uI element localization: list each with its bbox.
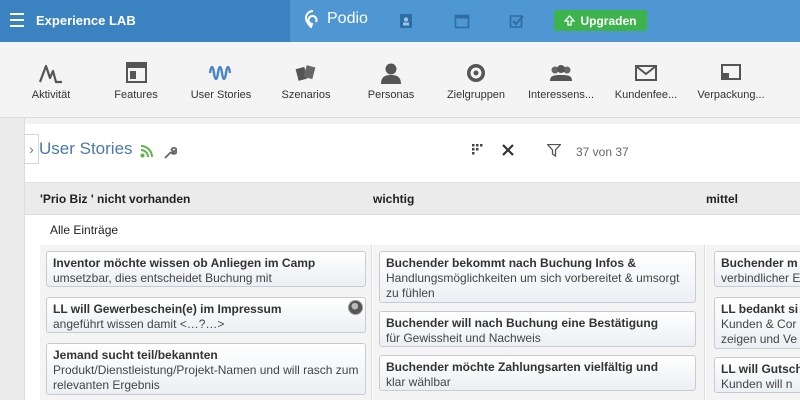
card-title: Jemand sucht teil/bekannten	[53, 348, 218, 362]
card-body: angeführt wissen damit <…?…>	[53, 317, 225, 331]
card-title: Buchender bekommt nach Buchung Infos &	[386, 256, 637, 270]
card-body: Kunden & Cor zeigen und Ve	[721, 317, 798, 346]
group-label: Alle Einträge	[50, 223, 119, 237]
app-verpackung[interactable]: Verpackung...	[681, 62, 781, 101]
main-panel: User Stories 37 von 37 'Prio Biz ' nicht…	[25, 124, 800, 400]
group-icon	[550, 65, 572, 81]
card-title: Buchender m	[721, 256, 798, 270]
rss-icon[interactable]	[140, 144, 154, 158]
podio-logo-icon	[305, 10, 318, 28]
story-card[interactable]: Inventor möchte wissen ob Anliegen im Ca…	[46, 251, 366, 287]
workspace-name[interactable]: Experience LAB	[36, 13, 136, 28]
tools-icon[interactable]	[501, 143, 515, 157]
left-sidebar-strip	[0, 118, 25, 400]
story-card[interactable]: Buchender m verbindlicher E	[714, 251, 800, 287]
podio-home-link[interactable]: Podio	[305, 10, 368, 28]
person-icon	[381, 63, 401, 84]
tasks-icon[interactable]	[509, 13, 525, 29]
board-column-wichtig: Buchender bekommt nach Buchung Infos & H…	[373, 245, 705, 400]
card-body: Produkt/Dienstleistung/Projekt-Namen und…	[53, 363, 359, 392]
wave-icon	[208, 65, 232, 81]
group-row: Alle Einträge	[40, 215, 800, 245]
card-body: Kunden will n	[721, 377, 793, 391]
story-card[interactable]: Buchender will nach Buchung eine Bestäti…	[379, 311, 696, 347]
story-card[interactable]: LL will Gewerbeschein(e) im Impressum an…	[46, 297, 366, 333]
sidebar-toggle-handle[interactable]: ›	[25, 134, 39, 164]
card-title: LL will Gutsch	[721, 362, 800, 376]
layout-icon	[126, 62, 147, 83]
app-navigation: Aktivität Features User Stories Szenario…	[0, 42, 800, 118]
podio-label: Podio	[327, 10, 368, 27]
card-body: klar wählbar	[386, 375, 451, 389]
story-card[interactable]: Jemand sucht teil/bekannten Produkt/Dien…	[46, 343, 366, 395]
story-card[interactable]: LL bedankt si Kunden & Cor zeigen und Ve	[714, 297, 800, 349]
card-title: LL bedankt si	[721, 302, 799, 316]
card-body: umsetzbar, dies entscheidet Buchung mit	[53, 271, 272, 285]
app-label: Verpackung...	[697, 89, 765, 101]
column-header-wichtig[interactable]: wichtig	[373, 192, 414, 206]
card-title: Inventor möchte wissen ob Anliegen im Ca…	[53, 256, 316, 270]
calendar-icon[interactable]	[454, 13, 470, 29]
target-icon	[467, 64, 485, 82]
menu-icon[interactable]	[10, 13, 24, 29]
card-title: LL will Gewerbeschein(e) im Impressum	[53, 302, 282, 316]
story-card[interactable]: LL will Gutsch Kunden will n	[714, 357, 800, 393]
column-header-nicht-vorhanden[interactable]: 'Prio Biz ' nicht vorhanden	[40, 192, 190, 206]
card-title: Buchender will nach Buchung eine Bestäti…	[386, 316, 659, 330]
card-body: für Gewissheit und Nachweis	[386, 331, 541, 345]
upgrade-label: Upgraden	[580, 13, 637, 28]
upgrade-arrow-icon	[564, 15, 576, 26]
wrench-icon[interactable]	[163, 146, 177, 160]
view-header: User Stories 37 von 37	[25, 124, 800, 183]
contacts-icon[interactable]	[398, 13, 414, 29]
card-title: Buchender möchte Zahlungsarten vielfälti…	[386, 360, 659, 374]
column-headers: 'Prio Biz ' nicht vorhanden wichtig mitt…	[25, 183, 800, 215]
mail-icon	[635, 65, 657, 81]
cards-icon	[295, 65, 316, 81]
card-body: verbindlicher E	[721, 271, 800, 285]
upgrade-button[interactable]: Upgraden	[554, 10, 647, 31]
story-card[interactable]: Buchender bekommt nach Buchung Infos & H…	[379, 251, 696, 303]
layout-grid-icon[interactable]	[472, 144, 484, 156]
board-column-nicht-vorhanden: Inventor möchte wissen ob Anliegen im Ca…	[40, 245, 372, 400]
story-card[interactable]: Buchender möchte Zahlungsarten vielfälti…	[379, 355, 696, 391]
board-column-mittel: Buchender m verbindlicher E LL bedankt s…	[706, 245, 800, 400]
page-title[interactable]: User Stories	[39, 139, 133, 159]
column-header-mittel[interactable]: mittel	[706, 192, 738, 206]
card-body: Handlungsmöglichkeiten um sich vorbereit…	[386, 271, 680, 300]
cast-icon	[721, 64, 741, 80]
top-bar: Experience LAB Podio Upgraden	[0, 0, 800, 42]
item-count: 37 von 37	[576, 145, 629, 159]
filter-icon[interactable]	[547, 144, 561, 157]
avatar[interactable]	[348, 300, 363, 315]
activity-icon	[38, 64, 62, 84]
